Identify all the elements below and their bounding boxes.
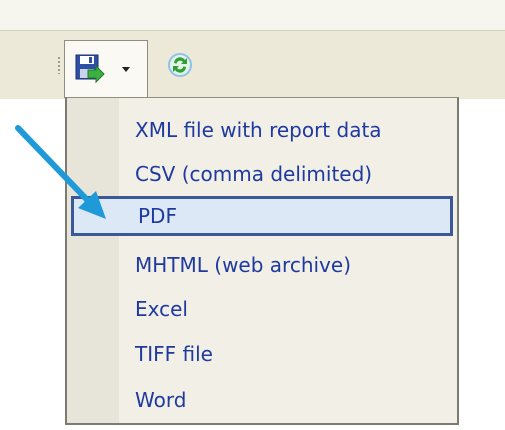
menu-icon-gutter [67, 98, 119, 423]
save-export-icon[interactable] [74, 53, 106, 85]
menu-item-mhtml[interactable]: MHTML (web archive) [119, 245, 457, 285]
export-format-menu: XML file with report data CSV (comma del… [65, 97, 459, 425]
menu-item-word[interactable]: Word [119, 380, 457, 420]
refresh-icon[interactable] [166, 51, 194, 79]
chevron-down-icon[interactable] [116, 59, 136, 79]
menu-item-csv[interactable]: CSV (comma delimited) [119, 154, 457, 194]
menu-item-xml[interactable]: XML file with report data [119, 110, 457, 150]
toolbar-top-band [0, 0, 505, 31]
menu-item-excel[interactable]: Excel [119, 289, 457, 329]
menu-item-tiff[interactable]: TIFF file [119, 334, 457, 374]
menu-item-pdf[interactable]: PDF [71, 196, 453, 236]
toolbar-separator [57, 56, 61, 74]
